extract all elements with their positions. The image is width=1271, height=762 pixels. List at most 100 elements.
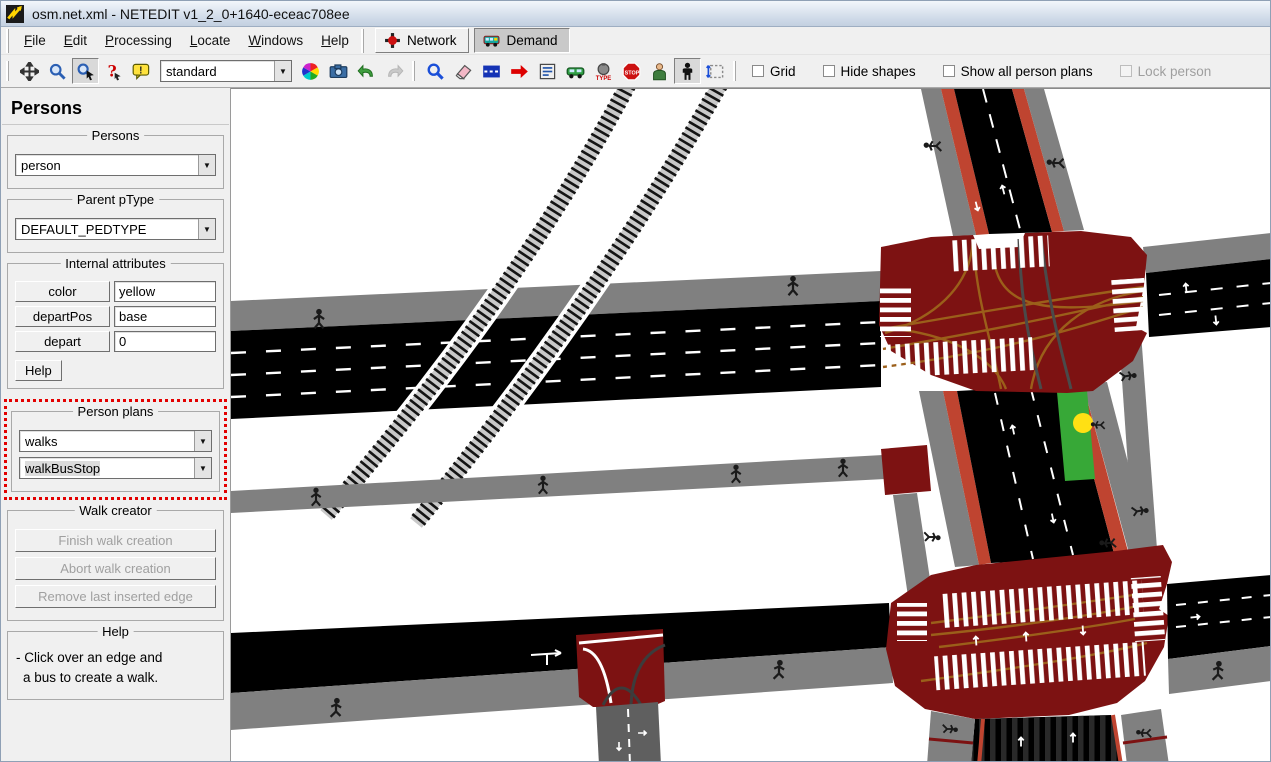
help-cursor-button[interactable]: ? xyxy=(100,58,127,84)
vehicle-mode-button[interactable] xyxy=(562,58,589,84)
toolbar-grip[interactable] xyxy=(412,61,418,81)
toolbar-grip[interactable] xyxy=(733,61,739,81)
plan-mode-combobox[interactable]: walkBusStop ▼ xyxy=(19,457,212,479)
bus-stop-mode-icon xyxy=(538,62,557,81)
screenshot-button[interactable] xyxy=(325,58,352,84)
move-demand-button[interactable] xyxy=(506,58,533,84)
menu-windows[interactable]: Windows xyxy=(239,29,312,52)
focused-frame-highlight: Person plans walks ▼ walkBusStop ▼ xyxy=(4,399,227,500)
color-attribute-input[interactable] xyxy=(114,281,216,302)
crosswalk[interactable] xyxy=(1131,576,1165,642)
person-type-button[interactable] xyxy=(646,58,673,84)
crosswalk[interactable] xyxy=(948,235,1049,271)
lock-person-checkbox: Lock person xyxy=(1120,64,1212,79)
road-lanes[interactable] xyxy=(1167,575,1270,659)
plan-type-combobox[interactable]: walks ▼ xyxy=(19,430,212,452)
recenter-icon xyxy=(20,62,39,81)
checkbox-icon xyxy=(1120,65,1132,77)
junction-small[interactable] xyxy=(881,445,931,495)
chevron-down-icon[interactable]: ▼ xyxy=(198,155,215,175)
depart-attribute-input[interactable] xyxy=(114,331,216,352)
chevron-down-icon[interactable]: ▼ xyxy=(194,458,211,478)
junction-north[interactable] xyxy=(879,231,1148,393)
svg-text:STOP: STOP xyxy=(625,70,640,76)
person-mode-button[interactable] xyxy=(674,58,701,84)
crosswalk[interactable] xyxy=(897,603,927,641)
color-scheme-combobox[interactable]: standard ▼ xyxy=(160,60,292,82)
stop-mode-button[interactable]: STOP xyxy=(618,58,645,84)
menu-locate[interactable]: Locate xyxy=(181,29,240,52)
vehicle-type-button[interactable]: TYPE xyxy=(590,58,617,84)
color-attribute-button[interactable]: color xyxy=(15,281,110,302)
show-all-person-plans-checkbox[interactable]: Show all person plans xyxy=(943,64,1093,79)
attributes-help-button[interactable]: Help xyxy=(15,360,62,381)
help-cursor-icon: ? xyxy=(104,62,123,81)
delete-button[interactable] xyxy=(450,58,477,84)
chevron-down-icon[interactable]: ▼ xyxy=(198,219,215,239)
toolbar-grip[interactable] xyxy=(6,61,12,81)
abort-walk-creation-button: Abort walk creation xyxy=(15,557,216,580)
network-mode-button[interactable]: Network xyxy=(375,28,470,53)
netedit-app-icon xyxy=(6,5,24,23)
route-mode-button[interactable] xyxy=(478,58,505,84)
stop-sign-icon: STOP xyxy=(622,62,641,81)
edge-east-road-south[interactable] xyxy=(1167,575,1270,694)
bus-stop-mode-button[interactable] xyxy=(534,58,561,84)
demand-mode-button[interactable]: Demand xyxy=(474,28,570,53)
map-canvas[interactable] xyxy=(231,89,1270,761)
person-dot[interactable] xyxy=(1073,413,1093,433)
sidewalk[interactable] xyxy=(927,711,975,761)
netedit-window: osm.net.xml - NETEDIT v1_2_0+1640-eceac7… xyxy=(0,0,1271,762)
chevron-down-icon[interactable]: ▼ xyxy=(194,431,211,451)
internal-attributes-group: Internal attributes color departPos depa… xyxy=(7,263,224,389)
route-mode-icon xyxy=(482,62,501,81)
crosswalk[interactable] xyxy=(880,285,911,337)
vehicle-mode-icon xyxy=(566,62,585,81)
tooltip-button[interactable]: ! xyxy=(128,58,155,84)
person-plan-button[interactable] xyxy=(702,58,729,84)
departpos-attribute-input[interactable] xyxy=(114,306,216,327)
zoom-button[interactable] xyxy=(44,58,71,84)
depart-attribute-button[interactable]: depart xyxy=(15,331,110,352)
walk-creator-group: Walk creator Finish walk creation Abort … xyxy=(7,510,224,621)
departpos-attribute-button[interactable]: departPos xyxy=(15,306,110,327)
recenter-button[interactable] xyxy=(16,58,43,84)
grid-checkbox[interactable]: Grid xyxy=(752,64,796,79)
demand-inspect-button[interactable] xyxy=(422,58,449,84)
delete-icon xyxy=(454,62,473,81)
hide-shapes-checkbox[interactable]: Hide shapes xyxy=(823,64,916,79)
remove-last-edge-button: Remove last inserted edge xyxy=(15,585,216,608)
person-type-icon xyxy=(650,62,669,81)
menu-edit[interactable]: Edit xyxy=(55,29,96,52)
inspect-cursor-icon xyxy=(76,62,95,81)
edge-south-stub[interactable] xyxy=(596,702,661,761)
toolbar-grip[interactable] xyxy=(6,29,12,53)
svg-text:!: ! xyxy=(139,65,142,76)
title-bar[interactable]: osm.net.xml - NETEDIT v1_2_0+1640-eceac7… xyxy=(1,1,1270,27)
menu-file[interactable]: File xyxy=(15,29,55,52)
menu-processing[interactable]: Processing xyxy=(96,29,181,52)
person-tag-combobox[interactable]: person ▼ xyxy=(15,154,216,176)
toolbar-grip[interactable] xyxy=(361,29,367,53)
help-text: - Click over an edge and a bus to create… xyxy=(15,645,216,692)
sidewalk[interactable] xyxy=(1121,709,1169,761)
crosswalk[interactable] xyxy=(1111,278,1148,332)
divider xyxy=(2,124,229,125)
checkbox-icon xyxy=(943,65,955,77)
zoom-icon xyxy=(48,62,67,81)
persons-frame: Persons Persons person ▼ Parent pType DE… xyxy=(1,88,231,761)
person-mode-icon xyxy=(678,62,697,81)
color-wheel-button[interactable] xyxy=(297,58,324,84)
menu-help[interactable]: Help xyxy=(312,29,358,52)
inspect-cursor-button[interactable] xyxy=(72,58,99,84)
network-view[interactable] xyxy=(231,88,1270,761)
parent-ptype-combobox[interactable]: DEFAULT_PEDTYPE ▼ xyxy=(15,218,216,240)
chevron-down-icon[interactable]: ▼ xyxy=(274,61,291,81)
undo-button[interactable] xyxy=(353,58,380,84)
redo-button[interactable] xyxy=(381,58,408,84)
attribute-row: depart xyxy=(15,331,216,352)
network-mode-icon xyxy=(384,32,401,49)
demand-mode-icon xyxy=(483,32,500,49)
junction-t[interactable] xyxy=(576,629,665,707)
edge-east-road[interactable] xyxy=(1143,233,1270,337)
